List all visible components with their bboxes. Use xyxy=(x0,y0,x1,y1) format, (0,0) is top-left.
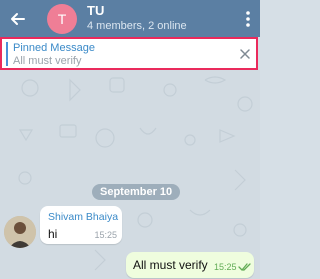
pinned-message-bar[interactable]: Pinned Message All must verify xyxy=(0,37,258,70)
chat-background-pattern xyxy=(18,76,253,271)
chat-header: T TU 4 members, 2 online xyxy=(0,0,260,37)
group-title[interactable]: TU xyxy=(87,3,104,18)
group-avatar[interactable]: T xyxy=(47,4,77,34)
outgoing-message[interactable]: All must verify 15:25 xyxy=(126,252,254,278)
date-separator: September 10 xyxy=(92,184,181,200)
person-photo-icon xyxy=(4,216,36,248)
message-list[interactable]: September 10 Shivam Bhaiya hi 15:25 All … xyxy=(0,70,260,279)
pinned-accent-bar xyxy=(6,42,8,66)
close-icon[interactable] xyxy=(239,48,251,60)
back-arrow-icon[interactable] xyxy=(8,9,28,29)
message-text: hi xyxy=(48,227,58,241)
pinned-text: All must verify xyxy=(13,55,82,67)
incoming-message[interactable]: Shivam Bhaiya hi 15:25 xyxy=(40,206,122,244)
pinned-label: Pinned Message xyxy=(13,42,95,54)
sender-avatar[interactable] xyxy=(4,216,36,248)
message-time: 15:25 xyxy=(214,262,237,272)
message-text: All must verify xyxy=(133,258,208,272)
group-subtitle: 4 members, 2 online xyxy=(87,20,187,32)
double-check-icon xyxy=(238,263,251,271)
chat-screen: T TU 4 members, 2 online Pinned Message … xyxy=(0,0,260,279)
more-options-icon[interactable] xyxy=(245,10,251,28)
message-time: 15:25 xyxy=(94,230,117,240)
sender-name[interactable]: Shivam Bhaiya xyxy=(48,211,118,223)
